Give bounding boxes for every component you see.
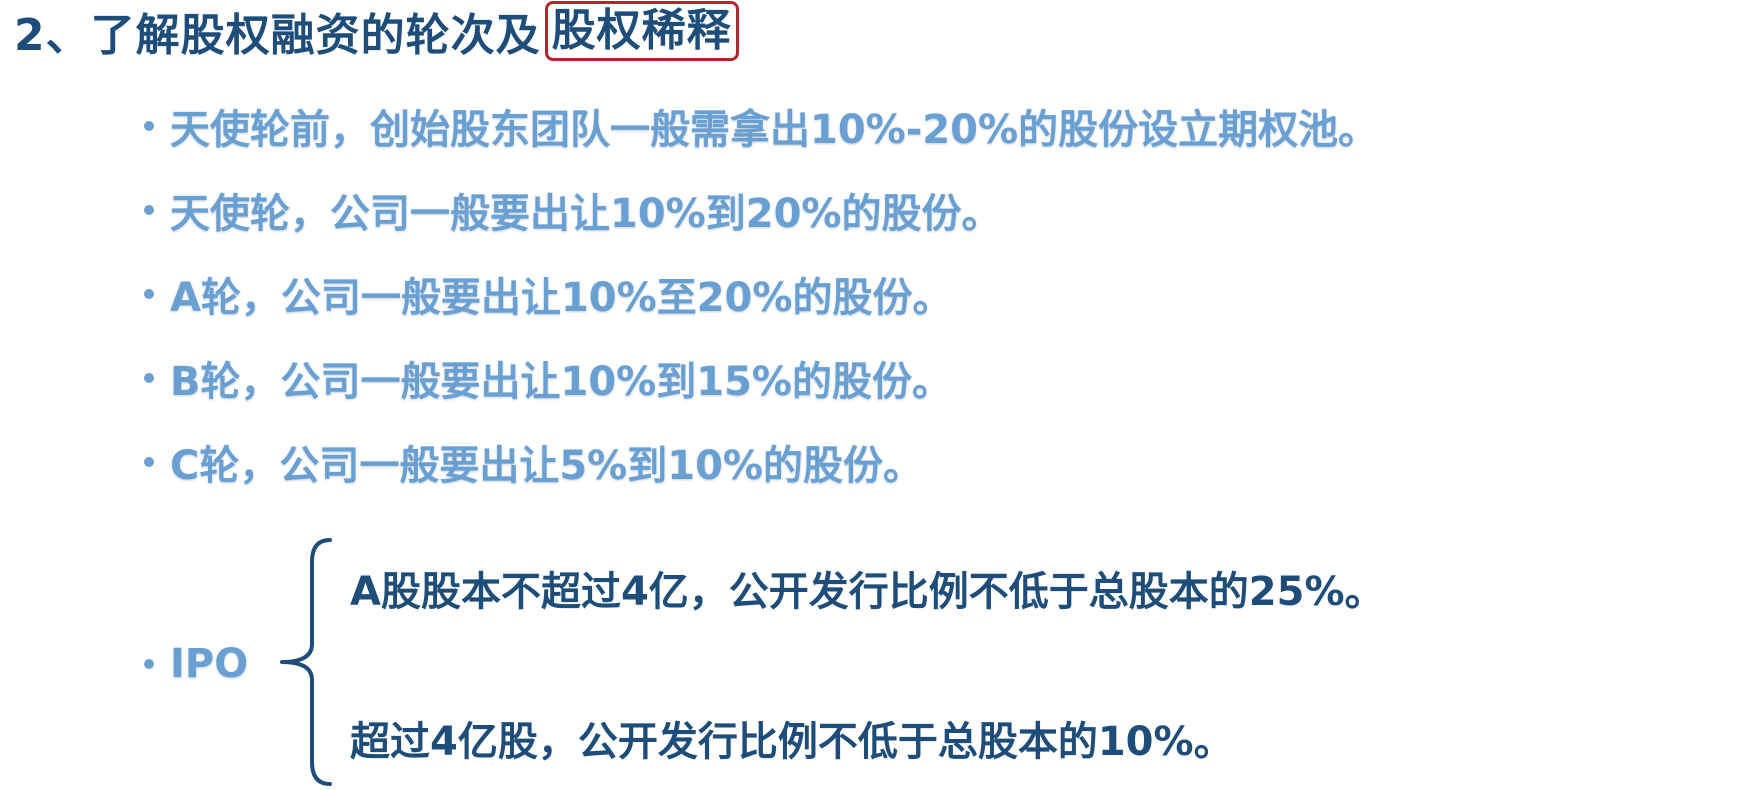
bullet-dot-icon [144, 289, 154, 299]
ipo-rule-over-400m: 超过4亿股，公开发行比例不低于总股本的10%。 [350, 719, 1234, 765]
bullet-text: C轮，公司一般要出让5%到10%的股份。 [170, 443, 924, 489]
bullet-item-pre-angel: 天使轮前，创始股东团队一般需拿出10%-20%的股份设立期权池。 [144, 96, 1378, 156]
slide-title: 2、了解股权融资的轮次及 股权稀释 [14, 0, 739, 62]
bullet-item-round-b: B轮，公司一般要出让10%到15%的股份。 [144, 348, 952, 408]
bullet-item-angel: 天使轮，公司一般要出让10%到20%的股份。 [144, 180, 1001, 240]
title-prefix: 2、了解股权融资的轮次及 [14, 10, 541, 61]
bullet-dot-icon [144, 659, 154, 669]
bullet-dot-icon [144, 121, 154, 131]
title-highlighted-term: 股权稀释 [544, 1, 739, 61]
bullet-text: B轮，公司一般要出让10%到15%的股份。 [170, 359, 952, 405]
bullet-text: 天使轮，公司一般要出让10%到20%的股份。 [170, 191, 1002, 237]
ipo-rule-under-400m: A股股本不超过4亿，公开发行比例不低于总股本的25%。 [350, 569, 1385, 615]
ipo-label: IPO [170, 641, 249, 687]
bullet-dot-icon [144, 373, 154, 383]
bullet-item-round-c: C轮，公司一般要出让5%到10%的股份。 [144, 432, 923, 492]
bullet-text: 天使轮前，创始股东团队一般需拿出10%-20%的股份设立期权池。 [170, 107, 1379, 153]
bullet-item-round-a: A轮，公司一般要出让10%至20%的股份。 [144, 264, 952, 324]
bullet-dot-icon [144, 457, 154, 467]
bullet-text: A轮，公司一般要出让10%至20%的股份。 [170, 275, 953, 321]
bullet-item-ipo: IPO [144, 634, 248, 694]
bullet-dot-icon [144, 205, 154, 215]
curly-brace-icon [280, 538, 332, 786]
